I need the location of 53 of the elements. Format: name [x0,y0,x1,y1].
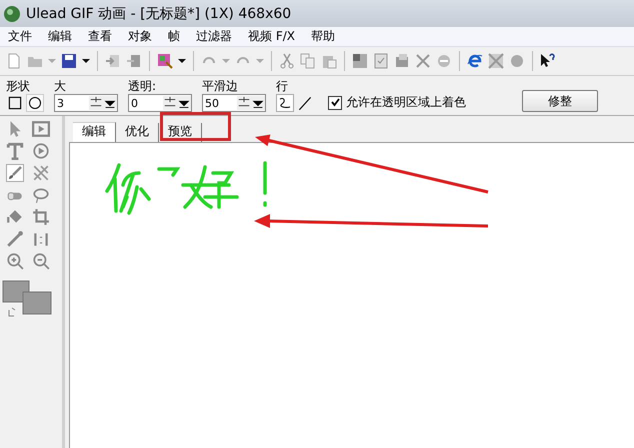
window-title: Ulead GIF 动画 - [无标题*] (1X) 468x60 [26,4,292,22]
crop-icon[interactable] [32,208,50,226]
paste-icon[interactable] [321,53,337,69]
copy-icon[interactable] [300,53,316,69]
lasso-icon[interactable] [32,186,50,204]
menu-item[interactable]: 对象 [120,28,160,45]
pattern-icon[interactable] [32,164,50,182]
new-file-icon[interactable] [6,53,22,69]
dropdown-arrow-icon[interactable] [178,57,186,65]
shape-label: 形状 [6,79,31,93]
tab[interactable]: 编辑 [73,122,116,142]
transparency-field[interactable]: 0 [128,94,192,112]
line-label: 行 [276,79,289,93]
smooth-field[interactable]: 50 [202,94,266,112]
transparency-label: 透明: [128,79,158,93]
size-label: 大 [54,79,67,93]
menu-item[interactable]: 帧 [160,28,188,45]
checker-icon[interactable] [488,53,504,69]
square-shape-icon[interactable] [6,94,24,112]
brush-icon[interactable] [6,164,24,182]
menu-item[interactable]: 过滤器 [188,28,240,45]
menu-item[interactable]: 文件 [0,28,40,45]
palette-icon[interactable] [157,53,173,69]
menu-item[interactable]: 查看 [80,28,120,45]
highlight-box [160,112,231,141]
checkmark-icon [330,97,340,108]
menu-item[interactable]: 帮助 [302,28,343,45]
text-tool-icon[interactable] [6,142,24,160]
menu-item[interactable]: 编辑 [40,28,80,45]
dropdown-arrow-icon[interactable] [82,57,90,65]
play-circle-icon[interactable] [32,142,50,160]
document-icon[interactable] [373,53,389,69]
menu-item[interactable]: 视频 F/X [240,28,303,45]
allow-color-checkbox[interactable]: 允许在透明区域上着色 [328,94,466,112]
size-field[interactable]: 3 [54,94,118,112]
eyedropper-icon[interactable] [6,230,24,248]
help-pointer-icon[interactable] [540,53,556,69]
export-icon[interactable] [126,53,142,69]
circle-shape-icon[interactable] [26,94,44,112]
browser-icon[interactable] [467,53,483,69]
spin-buttons-icon[interactable] [163,96,177,110]
straight-line-icon[interactable] [296,94,314,112]
import-icon[interactable] [105,53,121,69]
zoom-in-icon[interactable] [6,252,24,270]
spin-buttons-icon[interactable] [89,96,103,110]
frame-icon[interactable] [32,120,50,138]
zoom-out-icon[interactable] [32,252,50,270]
square-icon[interactable] [352,53,368,69]
save-icon[interactable] [61,53,77,69]
spin-buttons-icon[interactable] [237,96,251,110]
trim-button[interactable]: 修整 [522,90,598,112]
smooth-label: 平滑边 [202,79,239,93]
cut-icon[interactable] [279,53,295,69]
